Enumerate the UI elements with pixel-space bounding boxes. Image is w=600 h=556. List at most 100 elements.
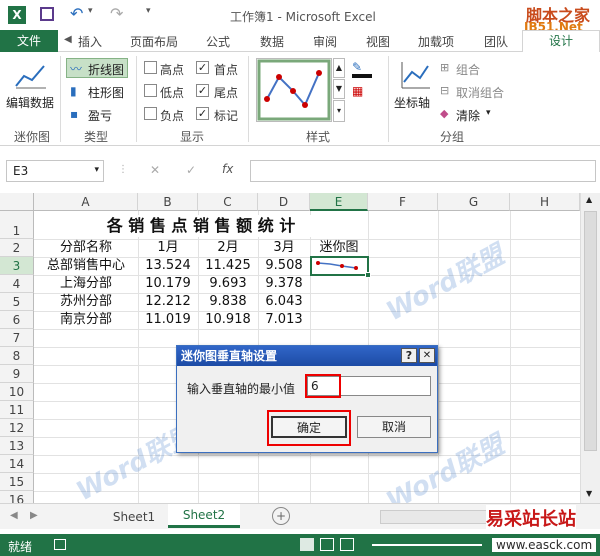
column-type-button[interactable]: 柱形图	[88, 84, 124, 101]
clear-button[interactable]: 清除	[456, 107, 480, 124]
clear-dropdown-icon[interactable]: ▾	[486, 108, 491, 118]
winloss-type-button[interactable]: 盈亏	[88, 107, 112, 124]
marker-color-icon[interactable]: ▦	[352, 84, 372, 102]
close-button[interactable]: ✕	[419, 348, 435, 363]
column-header-e[interactable]: E	[310, 193, 368, 211]
group-button[interactable]: 组合	[456, 61, 480, 78]
page-layout-view-icon[interactable]	[320, 538, 334, 551]
sheet-tab-sheet2[interactable]: Sheet2	[168, 504, 240, 528]
column-header-b[interactable]: B	[138, 193, 198, 211]
table-cell[interactable]: 13.524	[138, 257, 198, 275]
row-header-9[interactable]: 9	[0, 365, 34, 383]
table-cell[interactable]: 6.043	[258, 293, 310, 311]
scroll-down-icon[interactable]: ▼	[586, 489, 592, 498]
table-cell[interactable]: 9.693	[198, 275, 258, 293]
style-gallery[interactable]	[256, 58, 332, 122]
table-cell[interactable]: 11.425	[198, 257, 258, 275]
zoom-slider[interactable]	[372, 544, 482, 546]
tab-scroll-left-icon[interactable]: ◀	[64, 34, 72, 45]
row-header-5[interactable]: 5	[0, 293, 34, 311]
table-cell[interactable]: 9.508	[258, 257, 310, 275]
axis-button[interactable]: 坐标轴	[394, 94, 430, 111]
table-cell[interactable]: 总部销售中心	[34, 257, 138, 275]
formula-input[interactable]	[250, 160, 596, 182]
high-point-checkbox[interactable]	[144, 61, 157, 74]
select-all-corner[interactable]	[0, 193, 34, 211]
normal-view-icon[interactable]	[300, 538, 314, 551]
tab-team[interactable]: 团队	[484, 33, 508, 50]
first-point-checkbox[interactable]: ✓	[196, 61, 209, 74]
column-header-h[interactable]: H	[510, 193, 580, 211]
table-cell[interactable]: 10.918	[198, 311, 258, 329]
edit-data-icon[interactable]	[14, 60, 48, 90]
row-header-10[interactable]: 10	[0, 383, 34, 401]
cancel-entry-icon[interactable]: ✕	[150, 163, 160, 177]
row-header-15[interactable]: 15	[0, 473, 34, 491]
gallery-scroll-down-icon[interactable]: ▼	[333, 79, 345, 99]
undo-dropdown-icon[interactable]: ▾	[88, 6, 93, 16]
header-cell[interactable]: 2月	[198, 239, 258, 257]
row-header-2[interactable]: 2	[0, 239, 34, 257]
row-header-7[interactable]: 7	[0, 329, 34, 347]
tab-addins[interactable]: 加载项	[418, 33, 454, 50]
name-box[interactable]: E3 ▾	[6, 160, 104, 182]
tab-page-layout[interactable]: 页面布局	[130, 33, 178, 50]
tab-data[interactable]: 数据	[260, 33, 284, 50]
sheet-nav-prev-icon[interactable]: ◀	[10, 510, 18, 521]
row-header-16[interactable]: 16	[0, 491, 34, 503]
scroll-thumb[interactable]	[584, 211, 597, 451]
save-icon[interactable]	[40, 7, 54, 21]
tab-file[interactable]: 文件	[0, 30, 58, 52]
column-header-f[interactable]: F	[368, 193, 438, 211]
negative-point-checkbox[interactable]	[144, 107, 157, 120]
undo-icon[interactable]: ↶	[70, 4, 83, 23]
gallery-more-icon[interactable]: ▾	[333, 100, 345, 122]
sparkline-cell-e3[interactable]	[310, 256, 369, 276]
table-cell[interactable]: 上海分部	[34, 275, 138, 293]
table-cell[interactable]: 南京分部	[34, 311, 138, 329]
row-header-11[interactable]: 11	[0, 401, 34, 419]
row-header-1[interactable]: 1	[0, 211, 34, 239]
tab-view[interactable]: 视图	[366, 33, 390, 50]
column-header-c[interactable]: C	[198, 193, 258, 211]
sheet-title[interactable]: 各 销 售 点 销 售 额 统 计	[34, 215, 368, 237]
column-header-g[interactable]: G	[438, 193, 510, 211]
tab-formulas[interactable]: 公式	[206, 33, 230, 50]
add-sheet-icon[interactable]: +	[272, 507, 290, 525]
fill-handle[interactable]	[365, 272, 371, 278]
row-header-14[interactable]: 14	[0, 455, 34, 473]
table-cell[interactable]: 12.212	[138, 293, 198, 311]
page-break-view-icon[interactable]	[340, 538, 354, 551]
confirm-entry-icon[interactable]: ✓	[186, 163, 196, 177]
table-cell[interactable]: 9.378	[258, 275, 310, 293]
excel-logo-icon[interactable]: X	[8, 6, 26, 24]
customize-qat-icon[interactable]: ▾	[146, 6, 151, 16]
macro-record-icon[interactable]	[54, 539, 66, 550]
header-cell[interactable]: 分部名称	[34, 239, 138, 257]
vertical-scrollbar[interactable]: ▲ ▼	[580, 193, 600, 503]
last-point-checkbox[interactable]: ✓	[196, 84, 209, 97]
header-cell[interactable]: 迷你图	[310, 239, 368, 257]
help-button[interactable]: ?	[401, 348, 417, 363]
low-point-checkbox[interactable]	[144, 84, 157, 97]
ok-button[interactable]: 确定	[271, 416, 347, 438]
redo-icon[interactable]: ↷	[110, 4, 123, 23]
edit-data-button[interactable]: 编辑数据	[6, 94, 54, 111]
sheet-tab-sheet1[interactable]: Sheet1	[102, 506, 166, 528]
row-header-4[interactable]: 4	[0, 275, 34, 293]
axis-icon[interactable]	[398, 60, 432, 90]
header-cell[interactable]: 1月	[138, 239, 198, 257]
tab-review[interactable]: 审阅	[313, 33, 337, 50]
row-header-12[interactable]: 12	[0, 419, 34, 437]
row-header-8[interactable]: 8	[0, 347, 34, 365]
column-header-d[interactable]: D	[258, 193, 310, 211]
insert-function-icon[interactable]: fx	[222, 162, 233, 176]
row-header-6[interactable]: 6	[0, 311, 34, 329]
table-cell[interactable]: 7.013	[258, 311, 310, 329]
table-cell[interactable]: 10.179	[138, 275, 198, 293]
markers-checkbox[interactable]: ✓	[196, 107, 209, 120]
row-header-13[interactable]: 13	[0, 437, 34, 455]
row-header-3[interactable]: 3	[0, 257, 34, 275]
table-cell[interactable]: 11.019	[138, 311, 198, 329]
cancel-button[interactable]: 取消	[357, 416, 431, 438]
